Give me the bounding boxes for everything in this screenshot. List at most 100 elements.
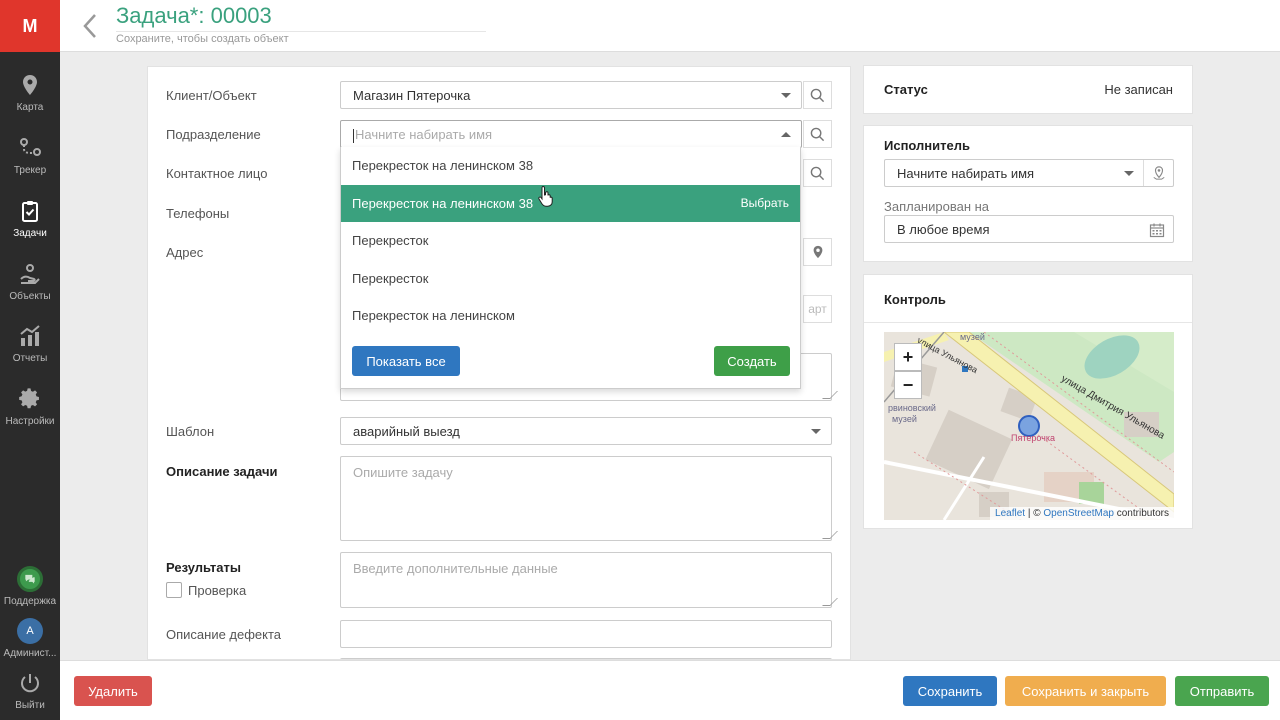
sidebar-item-logout[interactable]: Выйти: [0, 664, 60, 720]
route-icon: [17, 135, 43, 161]
executor-locate-button[interactable]: [1143, 160, 1173, 186]
resize-handle[interactable]: [822, 598, 838, 606]
sidebar-item-label: Выйти: [15, 700, 45, 711]
resize-handle[interactable]: [822, 391, 838, 399]
calendar-icon[interactable]: [1149, 222, 1165, 238]
status-value: Не записан: [1104, 82, 1173, 97]
search-icon: [810, 88, 825, 102]
delete-button[interactable]: Удалить: [74, 676, 152, 706]
client-select[interactable]: Магазин Пятерочка: [340, 81, 802, 109]
page-header: Задача*: 00003 Сохраните, чтобы создать …: [60, 0, 1280, 52]
gear-icon: [17, 386, 43, 412]
map-tiles: [884, 332, 1174, 520]
chevron-down-icon: [811, 429, 821, 434]
text-cursor: [353, 128, 354, 143]
back-button[interactable]: [80, 12, 100, 40]
sidebar-item-tracker[interactable]: Трекер: [0, 129, 60, 191]
chevron-down-icon: [781, 93, 791, 98]
dropdown-option[interactable]: Перекресток на ленинском 38: [341, 147, 800, 184]
person-pin-icon: [1152, 166, 1165, 180]
save-button[interactable]: Сохранить: [903, 676, 997, 706]
division-input[interactable]: Начните набирать имя: [340, 120, 802, 148]
division-label: Подразделение: [166, 127, 261, 142]
zoom-out-button[interactable]: −: [894, 371, 922, 399]
sidebar-item-label: Задачи: [13, 228, 47, 239]
template-value: аварийный выезд: [353, 424, 460, 439]
division-search-button[interactable]: [803, 120, 832, 148]
contact-search-button[interactable]: [803, 159, 832, 187]
template-label: Шаблон: [166, 424, 215, 439]
sidebar-item-settings[interactable]: Настройки: [0, 380, 60, 442]
address-extra-field[interactable]: арт: [803, 295, 832, 323]
defect-input[interactable]: [340, 620, 832, 648]
sidebar-item-label: Объекты: [9, 291, 51, 302]
zoom-in-button[interactable]: +: [894, 343, 922, 371]
footer-bar: Удалить Сохранить Сохранить и закрыть От…: [60, 660, 1280, 720]
dropdown-option[interactable]: Перекресток: [341, 222, 800, 259]
description-textarea[interactable]: Опишите задачу: [340, 456, 838, 541]
sidebar-item-label: Карта: [16, 102, 44, 113]
show-all-button[interactable]: Показать все: [352, 346, 460, 376]
osm-link[interactable]: OpenStreetMap: [1043, 508, 1114, 519]
clipboard-check-icon: [17, 198, 43, 224]
chat-icon: [17, 566, 43, 592]
sidebar-item-label: Трекер: [13, 165, 47, 176]
sidebar-item-label: Отчеты: [12, 353, 48, 364]
resize-handle[interactable]: [822, 531, 838, 539]
executor-select[interactable]: Начните набирать имя: [884, 159, 1174, 187]
page-subtitle: Сохраните, чтобы создать объект: [116, 33, 289, 45]
phones-label: Телефоны: [166, 206, 230, 221]
map-label-museum-top: музей: [960, 332, 985, 342]
dropdown-option[interactable]: Перекресток на ленинском: [341, 297, 800, 334]
sidebar-item-label: Поддержка: [3, 596, 57, 607]
map-pin-icon: [17, 72, 43, 98]
planned-value: В любое время: [897, 222, 990, 237]
sidebar-item-map[interactable]: Карта: [0, 66, 60, 128]
status-title: Статус: [884, 82, 928, 97]
chart-icon: [17, 323, 43, 349]
sidebar-item-tasks[interactable]: Задачи: [0, 192, 60, 254]
avatar: A: [17, 618, 43, 644]
sidebar-item-label: Админист...: [3, 648, 57, 659]
objects-icon: [17, 261, 43, 287]
address-map-button[interactable]: [803, 238, 832, 266]
app-logo[interactable]: M: [0, 0, 60, 52]
page-title: Задача*: 00003: [116, 3, 272, 28]
client-label: Клиент/Объект: [166, 88, 257, 103]
leaflet-link[interactable]: Leaflet: [995, 508, 1025, 519]
dropdown-option[interactable]: Перекресток: [341, 260, 800, 297]
planned-date-field[interactable]: В любое время: [884, 215, 1174, 243]
client-search-button[interactable]: [803, 81, 832, 109]
hand-cursor-icon: [538, 185, 553, 207]
status-panel: Статус Не записан: [863, 65, 1193, 114]
results-label: Результаты: [166, 560, 241, 575]
check-checkbox[interactable]: [166, 582, 182, 598]
chevron-up-icon: [781, 132, 791, 137]
sidebar-item-label: Настройки: [5, 416, 55, 427]
client-value: Магазин Пятерочка: [353, 88, 471, 103]
division-placeholder: Начните набирать имя: [355, 127, 493, 142]
address-hint: арт: [808, 302, 827, 316]
search-icon: [810, 166, 825, 180]
send-button[interactable]: Отправить: [1175, 676, 1269, 706]
results-placeholder: Введите дополнительные данные: [353, 561, 558, 576]
search-icon: [810, 127, 825, 141]
defect-label: Описание дефекта: [166, 627, 282, 642]
title-divider: [116, 31, 486, 32]
dropdown-option-selected[interactable]: Перекресток на ленинском 38 Выбрать: [341, 185, 800, 222]
template-select[interactable]: аварийный выезд: [340, 417, 832, 445]
create-button[interactable]: Создать: [714, 346, 790, 376]
map[interactable]: музей улица Ульянова улица Дмитрия Ульян…: [884, 332, 1174, 520]
planned-label: Запланирован на: [884, 199, 990, 214]
control-panel: Контроль музей улица Ульянова улица Дмит…: [863, 274, 1193, 529]
save-close-button[interactable]: Сохранить и закрыть: [1005, 676, 1166, 706]
executor-placeholder: Начните набирать имя: [897, 166, 1035, 181]
sidebar-item-reports[interactable]: Отчеты: [0, 317, 60, 379]
description-placeholder: Опишите задачу: [353, 465, 453, 480]
executor-title: Исполнитель: [884, 138, 970, 153]
map-attribution: Leaflet | © OpenStreetMap contributors: [990, 507, 1174, 520]
results-textarea[interactable]: Введите дополнительные данные: [340, 552, 838, 608]
sidebar-item-objects[interactable]: Объекты: [0, 255, 60, 317]
contact-label: Контактное лицо: [166, 166, 268, 181]
panel-divider: [864, 322, 1192, 323]
